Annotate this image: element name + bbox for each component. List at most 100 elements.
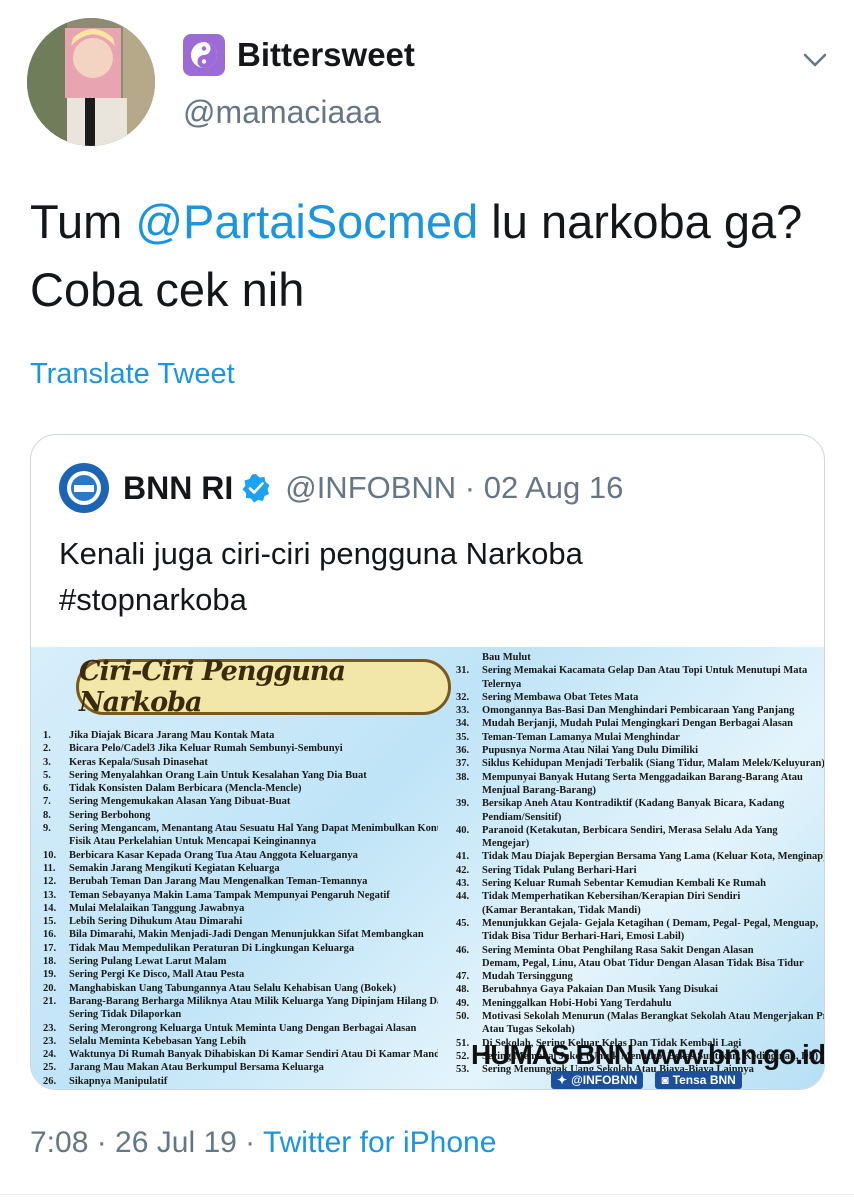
list-item-text: Tidak Memperhatikan Kebersihan/Kerapian … xyxy=(482,891,741,903)
list-item-number xyxy=(456,811,482,824)
list-item-number: 31. xyxy=(456,665,470,677)
instagram-handle-label: Tensa BNN xyxy=(672,1073,736,1087)
instagram-handle-badge: ◙ Tensa BNN xyxy=(655,1071,742,1089)
list-item-text: Bersikap Aneh Atau Kontradiktif (Kadang … xyxy=(482,798,785,810)
social-handles: ✦ @INFOBNN ◙ Tensa BNN xyxy=(551,1071,742,1089)
list-item-number: 25. xyxy=(43,1062,57,1074)
list-item-number: 20. xyxy=(43,982,57,994)
list-item-text: Sering Tidak Dilaporkan xyxy=(69,1009,182,1021)
list-item-text: Sering Keluar Rumah Sebentar Kemudian Ke… xyxy=(482,878,767,890)
list-item-text: Sering Mengancam, Menantang Atau Sesuatu… xyxy=(69,823,438,835)
list-item: 25. Jarang Mau Makan Atau Berkumpul Bersa… xyxy=(43,1061,438,1074)
list-item-text: Bau Mulut xyxy=(482,652,531,663)
author-name-row[interactable]: Bittersweet xyxy=(183,34,415,76)
list-item-number xyxy=(43,835,69,848)
list-item-number: 47. xyxy=(456,971,470,983)
list-item: 31. Sering Memakai Kacamata Gelap Dan Ata… xyxy=(456,664,824,677)
list-item-number: 6. xyxy=(43,783,51,795)
list-item: 16. Bila Dimarahi, Makin Menjadi-Jadi Den… xyxy=(43,928,438,941)
chevron-down-icon[interactable] xyxy=(802,50,828,70)
verified-badge-icon xyxy=(242,474,270,503)
list-item: 45. Menunjukkan Gejala- Gejala Ketagihan … xyxy=(456,917,824,930)
list-item-text: Tidak Mau Diajak Bepergian Bersama Yang … xyxy=(482,851,825,863)
list-item-text: Siklus Kehidupan Menjadi Terbalik (Siang… xyxy=(482,758,825,770)
tweet-header: Bittersweet @mamaciaaa xyxy=(183,34,415,131)
quoted-tweet-text: Kenali juga ciri-ciri pengguna Narkoba #… xyxy=(59,531,799,623)
list-item: 47. Mudah Tersinggung xyxy=(456,970,824,983)
list-item-text: Sering Merongrong Keluarga Untuk Meminta… xyxy=(69,1022,417,1034)
list-item-number: 42. xyxy=(456,864,470,876)
list-item-text: Fisik Atau Perkelahian Untuk Mencapai Ke… xyxy=(69,836,317,848)
list-item: 48. Berubahnya Gaya Pakaian Dan Musik Yan… xyxy=(456,983,824,996)
list-item: 49. Meninggalkan Hobi-Hobi Yang Terdahulu xyxy=(456,997,824,1010)
humas-bnn-label: HUMAS BNN www.bnn.go.id xyxy=(471,1039,825,1070)
list-item-text: Pendiam/Sensitif) xyxy=(482,811,562,823)
list-item-text: Omongannya Bas-Basi Dan Menghindari Pemb… xyxy=(482,705,795,717)
infographic-image[interactable]: Ciri-Ciri Pengguna Narkoba 1. Jika Diajak… xyxy=(31,647,825,1089)
quoted-tweet[interactable]: BNN RI @INFOBNN · 02 Aug 16 Kenali juga … xyxy=(30,434,825,1090)
tweet-source-link[interactable]: Twitter for iPhone xyxy=(263,1126,496,1159)
list-item-number xyxy=(456,930,482,943)
list-item-text: Menunjukkan Gejala- Gejala Ketagihan ( D… xyxy=(482,917,819,929)
list-item-text: Waktunya Di Rumah Banyak Dihabiskan Di K… xyxy=(69,1049,438,1061)
list-item-text: Selalu Meminta Kebebasan Yang Lebih xyxy=(69,1035,246,1047)
list-item-number: 36. xyxy=(456,745,470,757)
translate-tweet-link[interactable]: Translate Tweet xyxy=(30,358,235,391)
list-item-number xyxy=(456,784,482,797)
list-item: 15. Lebih Sering Dihukum Atau Dimarahi xyxy=(43,915,438,928)
author-handle[interactable]: @mamaciaaa xyxy=(183,94,415,131)
list-item: 18. Sering Pulang Lewat Larut Malam xyxy=(43,955,438,968)
mention-link[interactable]: @PartaiSocmed xyxy=(135,195,478,248)
list-item-text: Mempunyai Banyak Hutang Serta Menggadaik… xyxy=(482,771,803,783)
author-display-name: Bittersweet xyxy=(237,36,415,73)
tweet-timestamp: 7:08 · 26 Jul 19 · Twitter for iPhone xyxy=(30,1126,496,1160)
list-item: 34. Mudah Berjanji, Mudah Pulai Mengingka… xyxy=(456,717,824,730)
list-item-text: Tidak Konsisten Dalam Berbicara (Mencla-… xyxy=(69,783,302,795)
list-item-number: 17. xyxy=(43,942,57,954)
list-item-text: Sering Pulang Lewat Larut Malam xyxy=(69,956,227,968)
list-item: 23. Sering Merongrong Keluarga Untuk Memi… xyxy=(43,1022,438,1035)
list-item-text: Mengejar) xyxy=(482,838,530,850)
list-item-text: Keras Kepala/Susah Dinasehat xyxy=(69,756,208,768)
list-item-number: 3. xyxy=(43,756,51,768)
list-item-number: 24. xyxy=(43,1049,57,1061)
list-item: 39. Bersikap Aneh Atau Kontradiktif (Kada… xyxy=(456,797,824,810)
list-item: 35. Teman-Teman Lamanya Mulai Menghindar xyxy=(456,731,824,744)
list-item: Demam, Pegal, Linu, Atau Obat Tidur Deng… xyxy=(456,957,824,970)
list-item: 5. Sering Menyalahkan Orang Lain Untuk Ke… xyxy=(43,769,438,782)
list-item: 6. Tidak Konsisten Dalam Berbicara (Mencl… xyxy=(43,782,438,795)
list-item: 23. Selalu Meminta Kebebasan Yang Lebih xyxy=(43,1035,438,1048)
list-item-number: 50. xyxy=(456,1011,470,1023)
list-item: 7. Sering Mengemukakan Alasan Yang Dibuat… xyxy=(43,795,438,808)
list-item: 13. Teman Sebayanya Makin Lama Tampak Mem… xyxy=(43,889,438,902)
list-item-number xyxy=(456,1023,482,1036)
list-item-text: Sering Mengemukakan Alasan Yang Dibuat-B… xyxy=(69,796,291,808)
list-item: 14. Mulai Melalaikan Tanggung Jawabnya xyxy=(43,902,438,915)
list-item-text: Demam, Pegal, Linu, Atau Obat Tidur Deng… xyxy=(482,957,804,969)
list-item: Mengejar) xyxy=(456,837,824,850)
list-item: Pendiam/Sensitif) xyxy=(456,811,824,824)
list-item-number: 14. xyxy=(43,902,57,914)
list-item-text: Teman Sebayanya Makin Lama Tampak Mempun… xyxy=(69,889,390,901)
list-item-number: 13. xyxy=(43,889,57,901)
list-item: 42. Sering Tidak Pulang Berhari-Hari xyxy=(456,864,824,877)
list-item-number xyxy=(43,1008,69,1021)
list-item-number: 5. xyxy=(43,769,51,781)
list-item: 36. Pupusnya Norma Atau Nilai Yang Dulu D… xyxy=(456,744,824,757)
list-item: 2. Bicara Pelo/Cadel3 Jika Keluar Rumah S… xyxy=(43,742,438,755)
list-item-number: 23. xyxy=(43,1022,57,1034)
quoted-handle-date: @INFOBNN · 02 Aug 16 xyxy=(285,470,624,505)
list-item-text: Atau Tugas Sekolah) xyxy=(482,1024,575,1036)
list-item-text: Teman-Teman Lamanya Mulai Menghindar xyxy=(482,731,680,743)
list-item-number: 49. xyxy=(456,997,470,1009)
avatar[interactable] xyxy=(27,18,155,146)
list-item-number: 8. xyxy=(43,809,51,821)
infographic-title: Ciri-Ciri Pengguna Narkoba xyxy=(76,656,451,718)
list-item: 12. Berubah Teman Dan Jarang Mau Mengenal… xyxy=(43,875,438,888)
list-item: 33. Omongannya Bas-Basi Dan Menghindari P… xyxy=(456,704,824,717)
list-item-text: Manghabiskan Uang Tabungannya Atau Selal… xyxy=(69,982,397,994)
list-item: Bau Mulut xyxy=(456,651,824,664)
list-item: 24. Waktunya Di Rumah Banyak Dihabiskan D… xyxy=(43,1048,438,1061)
quoted-hashtag[interactable]: #stopnarkoba xyxy=(59,577,799,623)
tweet-time-date[interactable]: 7:08 · 26 Jul 19 · xyxy=(30,1126,263,1159)
